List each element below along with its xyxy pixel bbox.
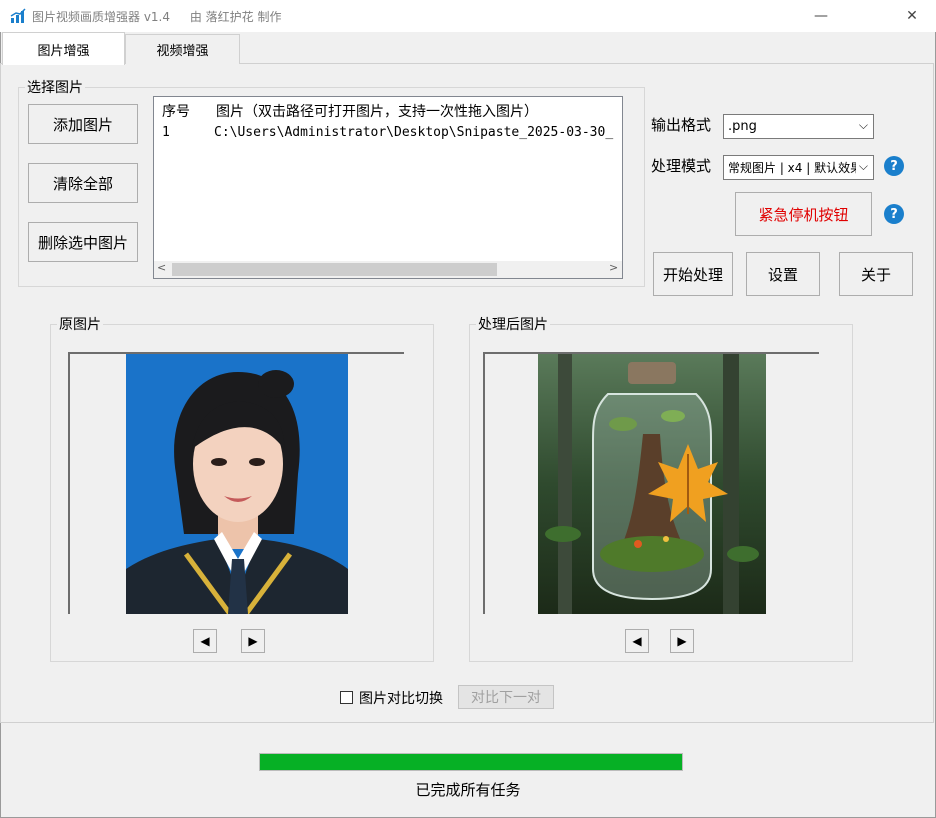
- column-header-path[interactable]: 图片（双击路径可打开图片，支持一次性拖入图片）: [216, 101, 538, 121]
- arrow-left-icon: ◀: [200, 634, 210, 648]
- processed-terrarium-image: [538, 354, 766, 614]
- tab-label: 视频增强: [156, 44, 209, 59]
- app-title: 图片视频画质增强器 v1.4: [32, 10, 171, 24]
- original-prev-button[interactable]: ◀: [193, 629, 217, 653]
- row-index[interactable]: 1: [162, 125, 170, 140]
- settings-button[interactable]: 设置: [746, 252, 820, 296]
- original-image-label: 原图片: [57, 314, 103, 334]
- mode-label: 处理模式: [651, 157, 712, 175]
- output-format-value: .png: [728, 119, 757, 134]
- mode-help-icon[interactable]: ?: [884, 156, 904, 176]
- column-header-index[interactable]: 序号: [162, 101, 190, 121]
- scroll-thumb[interactable]: [172, 263, 497, 276]
- tab-video-enhance[interactable]: 视频增强: [125, 34, 240, 64]
- emergency-stop-button[interactable]: 紧急停机按钮: [735, 192, 872, 236]
- window-title: 图片视频画质增强器 v1.4 由 落红护花 制作: [32, 8, 281, 25]
- minimize-icon: —: [814, 8, 828, 24]
- chevron-down-icon: ⌵: [858, 118, 868, 132]
- progress-fill: [260, 754, 682, 770]
- mode-select[interactable]: 常规图片 | x4 | 默认效果 ⌵: [723, 155, 874, 180]
- chevron-down-icon: ⌵: [858, 159, 868, 173]
- author-credit: 由 落红护花 制作: [189, 10, 282, 24]
- row-path[interactable]: C:\Users\Administrator\Desktop\Snipaste_…: [214, 125, 613, 140]
- output-format-label: 输出格式: [651, 116, 712, 134]
- status-text: 已完成所有任务: [415, 781, 521, 799]
- tab-label: 图片增强: [37, 43, 90, 59]
- chart-app-icon: [10, 8, 26, 23]
- original-image-frame: [68, 352, 404, 614]
- processed-next-button[interactable]: ▶: [670, 629, 694, 653]
- horizontal-scrollbar[interactable]: < >: [154, 261, 622, 278]
- progress-bar: [259, 753, 683, 771]
- tab-image-enhance[interactable]: 图片增强: [2, 32, 125, 65]
- arrow-left-icon: ◀: [632, 634, 642, 648]
- clear-all-button[interactable]: 清除全部: [28, 163, 138, 203]
- emergency-help-icon[interactable]: ?: [884, 204, 904, 224]
- mode-value: 常规图片 | x4 | 默认效果: [728, 161, 856, 175]
- delete-selected-button[interactable]: 删除选中图片: [28, 222, 138, 262]
- processed-image-frame: [483, 352, 819, 614]
- processed-prev-button[interactable]: ◀: [625, 629, 649, 653]
- select-images-label: 选择图片: [25, 77, 85, 97]
- scroll-right-icon[interactable]: >: [609, 261, 618, 274]
- minimize-button[interactable]: —: [798, 0, 844, 32]
- arrow-right-icon: ▶: [677, 634, 687, 648]
- compare-toggle-checkbox[interactable]: [340, 691, 353, 704]
- compare-next-pair-button[interactable]: 对比下一对: [458, 685, 554, 709]
- close-icon: ✕: [906, 8, 918, 24]
- add-image-button[interactable]: 添加图片: [28, 104, 138, 144]
- output-format-select[interactable]: .png ⌵: [723, 114, 874, 139]
- start-process-button[interactable]: 开始处理: [653, 252, 733, 296]
- original-next-button[interactable]: ▶: [241, 629, 265, 653]
- processed-image-label: 处理后图片: [476, 314, 550, 334]
- close-window-button[interactable]: ✕: [889, 0, 935, 32]
- scroll-left-icon[interactable]: <: [157, 261, 166, 274]
- about-button[interactable]: 关于: [839, 252, 913, 296]
- original-portrait-image: [126, 354, 348, 614]
- arrow-right-icon: ▶: [248, 634, 258, 648]
- compare-toggle-label[interactable]: 图片对比切换: [359, 688, 443, 708]
- image-list[interactable]: 序号 图片（双击路径可打开图片，支持一次性拖入图片） 1 C:\Users\Ad…: [153, 96, 623, 279]
